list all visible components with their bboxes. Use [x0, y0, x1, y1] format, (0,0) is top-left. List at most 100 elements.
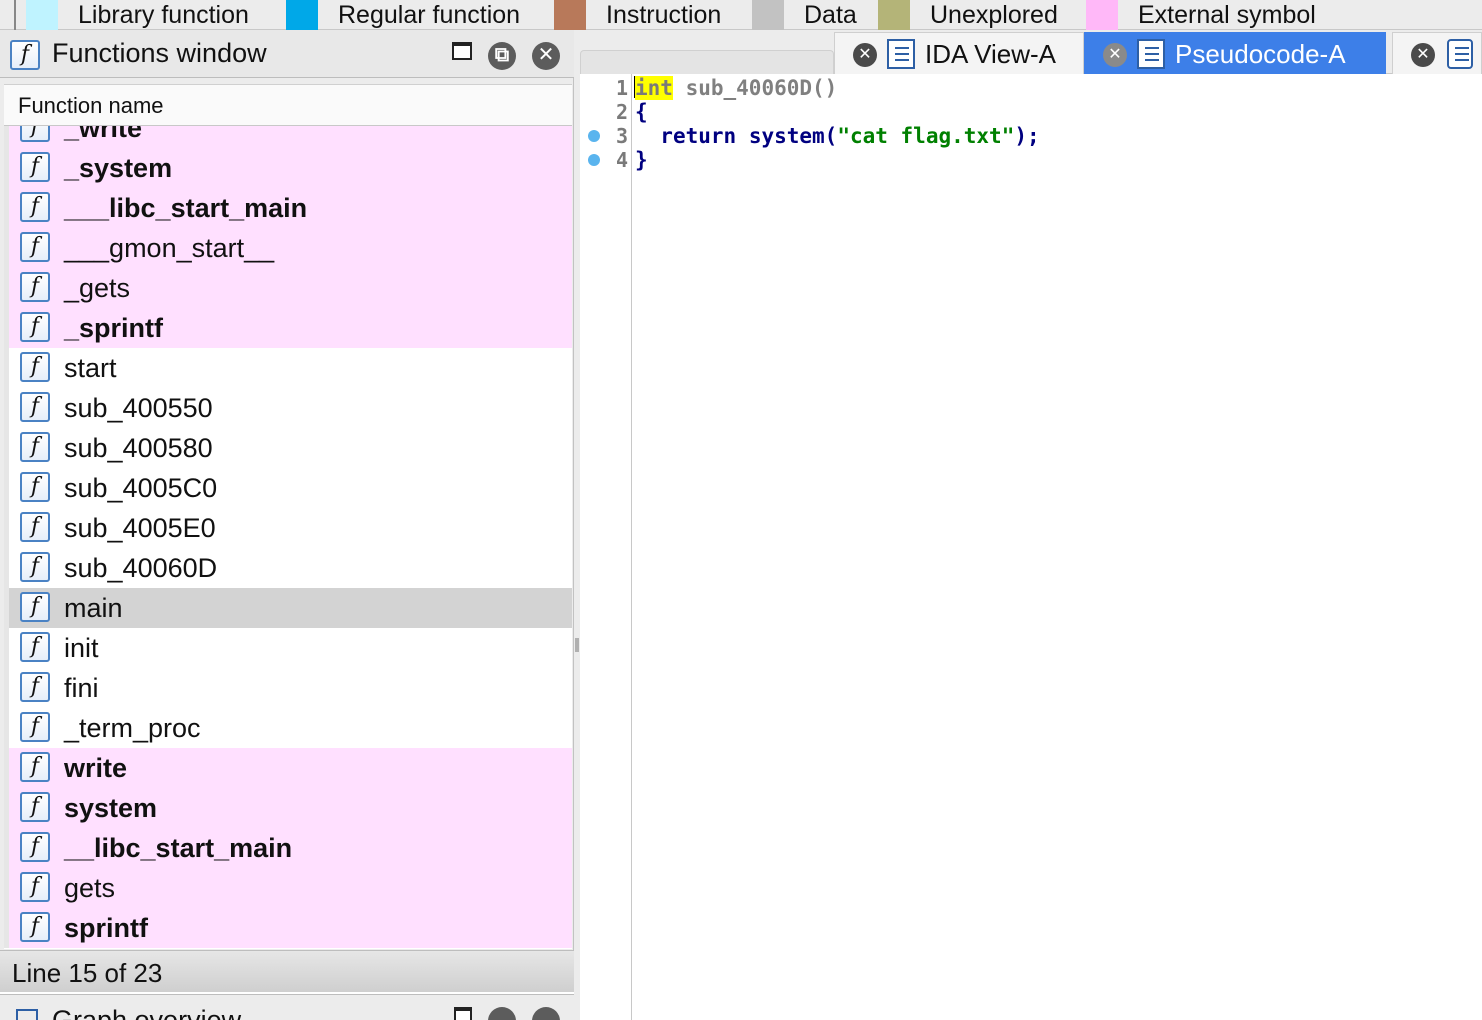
graph-restore-button[interactable] — [488, 1007, 516, 1020]
legend-bar: Library function Regular function Instruct… — [0, 0, 1482, 30]
column-header-label: Function name — [18, 93, 164, 118]
tab-close-icon[interactable]: ✕ — [1103, 43, 1127, 67]
function-row[interactable]: f sub_400580 — [4, 428, 572, 468]
row-gutter — [4, 468, 9, 508]
function-row[interactable]: f sub_40060D — [4, 548, 572, 588]
function-name: _write — [64, 126, 143, 143]
breakpoint-dot-icon[interactable] — [588, 130, 600, 142]
function-icon: f — [20, 432, 50, 462]
function-name: start — [64, 353, 117, 383]
function-icon: f — [20, 872, 50, 902]
function-row[interactable]: f _system — [4, 148, 572, 188]
function-row[interactable]: f sub_4005E0 — [4, 508, 572, 548]
function-icon: f — [20, 192, 50, 222]
tab-pseudocode-a[interactable]: ✕ Pseudocode-A — [1084, 32, 1386, 74]
function-row[interactable]: f _sprintf — [4, 308, 572, 348]
status-bar: Line 15 of 23 — [0, 950, 574, 992]
function-icon: f — [20, 472, 50, 502]
function-row[interactable]: f _write — [4, 126, 572, 148]
function-row[interactable]: f main — [4, 588, 572, 628]
functions-window-titlebar: f Functions window ⧉ ✕ — [0, 30, 574, 78]
row-gutter — [4, 748, 9, 788]
tab-label: IDA View-A — [925, 39, 1057, 69]
function-list[interactable]: f _write f _system f ___libc_start_main f ___gm… — [4, 126, 572, 949]
function-name: gets — [64, 873, 116, 903]
function-row[interactable]: f system — [4, 788, 572, 828]
row-gutter — [4, 588, 9, 628]
function-name: fini — [64, 673, 99, 703]
function-icon: f — [20, 632, 50, 662]
function-row[interactable]: f _gets — [4, 268, 572, 308]
code-line-2[interactable]: { — [635, 100, 648, 124]
legend-swatch — [286, 0, 318, 30]
row-gutter — [4, 268, 9, 308]
row-gutter — [4, 188, 9, 228]
function-name: __libc_start_main — [64, 833, 293, 863]
graph-maximize-button[interactable] — [454, 1007, 472, 1020]
function-name: _gets — [64, 273, 131, 303]
legend-swatch — [878, 0, 910, 30]
function-row[interactable]: f _term_proc — [4, 708, 572, 748]
column-header-function-name[interactable]: Function name — [4, 84, 572, 126]
restore-button[interactable]: ⧉ — [488, 42, 516, 70]
tab-third[interactable]: ✕ — [1392, 32, 1482, 74]
legend-swatch — [554, 0, 586, 30]
function-icon: f — [20, 126, 50, 142]
statement-end: ); — [1014, 124, 1040, 148]
function-row[interactable]: f fini — [4, 668, 572, 708]
legend-swatch — [1086, 0, 1118, 30]
function-row[interactable]: f write — [4, 748, 572, 788]
legend-label: Unexplored — [930, 1, 1058, 29]
code-line-3[interactable]: return system("cat flag.txt"); — [635, 124, 1040, 148]
legend-label: Library function — [78, 1, 249, 29]
row-gutter — [4, 548, 9, 588]
function-name: ___libc_start_main — [64, 193, 308, 223]
function-icon: f — [20, 752, 50, 782]
function-name: ___gmon_start__ — [64, 233, 275, 263]
tab-ida-view-a[interactable]: ✕ IDA View-A — [834, 32, 1084, 74]
pseudocode-view[interactable]: 1234 int sub_40060D() { return system("c… — [580, 74, 1482, 1020]
tab-close-icon[interactable]: ✕ — [853, 43, 877, 67]
row-gutter — [4, 228, 9, 268]
function-signature[interactable]: sub_40060D() — [673, 76, 838, 100]
splitter-grip[interactable] — [575, 638, 579, 652]
legend-label: External symbol — [1138, 1, 1316, 29]
function-row[interactable]: f ___gmon_start__ — [4, 228, 572, 268]
tab-label: Pseudocode-A — [1175, 39, 1346, 69]
function-row[interactable]: f init — [4, 628, 572, 668]
function-icon: f — [20, 232, 50, 262]
legend-label: Data — [804, 1, 857, 29]
functions-window: f Functions window ⧉ ✕ Function name f _w… — [0, 30, 574, 992]
legend-label: Regular function — [338, 1, 521, 29]
code-line-1[interactable]: int sub_40060D() — [635, 76, 837, 100]
function-row[interactable]: f sub_400550 — [4, 388, 572, 428]
function-row[interactable]: f sprintf — [4, 908, 572, 948]
string-literal[interactable]: "cat flag.txt" — [837, 124, 1014, 148]
function-name: _term_proc — [64, 713, 201, 743]
keyword-return[interactable]: return — [660, 124, 736, 148]
function-row[interactable]: f sub_4005C0 — [4, 468, 572, 508]
row-gutter — [4, 428, 9, 468]
maximize-button[interactable] — [452, 42, 472, 60]
disassembly-icon — [887, 39, 915, 69]
functions-window-title: Functions window — [52, 38, 267, 68]
function-row[interactable]: f start — [4, 348, 572, 388]
row-gutter — [4, 508, 9, 548]
function-row[interactable]: f ___libc_start_main — [4, 188, 572, 228]
row-gutter — [4, 868, 9, 908]
function-name: _system — [64, 153, 173, 183]
function-name: sub_4005E0 — [64, 513, 216, 543]
graph-close-button[interactable] — [532, 1007, 560, 1020]
tab-close-icon[interactable]: ✕ — [1411, 43, 1435, 67]
call-system[interactable]: system — [749, 124, 825, 148]
code-line-4[interactable]: } — [635, 148, 648, 172]
breakpoint-dot-icon[interactable] — [588, 154, 600, 166]
close-button[interactable]: ✕ — [532, 42, 560, 70]
function-row[interactable]: f __libc_start_main — [4, 828, 572, 868]
legend-label: Instruction — [606, 1, 722, 29]
function-icon: f — [20, 392, 50, 422]
keyword-int[interactable]: int — [635, 76, 673, 100]
row-gutter — [4, 908, 9, 948]
function-row[interactable]: f gets — [4, 868, 572, 908]
